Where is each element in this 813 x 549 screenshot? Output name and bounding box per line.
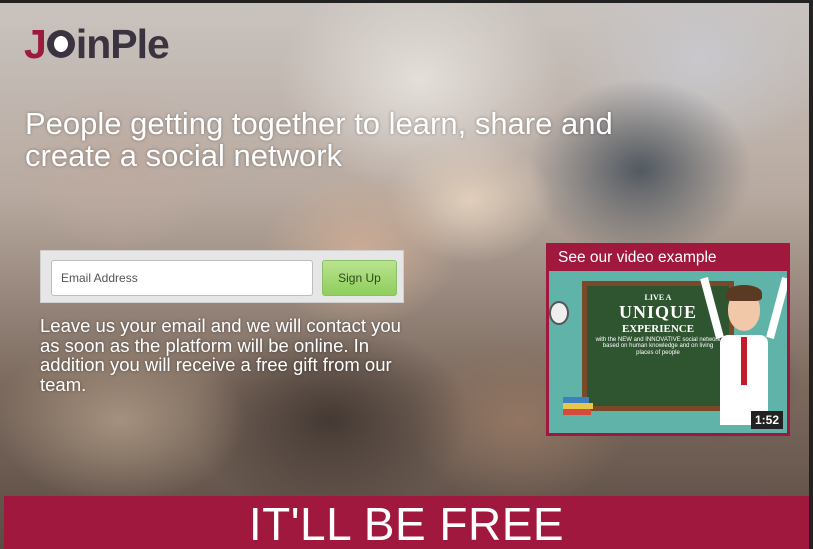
logo-letter-j: J xyxy=(24,20,47,67)
signup-info-text: Leave us your email and we will contact … xyxy=(40,315,401,395)
free-banner: IT'LL BE FREE xyxy=(4,496,809,549)
video-card: See our video example LIVE A UNIQUE EXPE… xyxy=(546,243,790,436)
video-thumbnail[interactable]: LIVE A UNIQUE EXPERIENCE with the NEW an… xyxy=(549,271,787,433)
books-icon xyxy=(563,397,593,415)
sign-up-button[interactable]: Sign Up xyxy=(322,260,397,296)
board-line-4: with the NEW and INNOVATIVE social netwo… xyxy=(595,336,721,356)
email-input[interactable] xyxy=(51,260,313,296)
landing-page: J inPle People getting together to learn… xyxy=(0,0,813,549)
clock-icon xyxy=(549,301,569,325)
cartoon-man-illustration xyxy=(700,277,787,427)
video-duration: 1:52 xyxy=(750,411,783,429)
man-right-arm xyxy=(766,277,787,339)
right-border xyxy=(809,0,813,549)
logo-face-icon xyxy=(46,30,75,58)
hero-headline: People getting together to learn, share … xyxy=(25,106,613,173)
board-line-3: EXPERIENCE xyxy=(621,322,695,335)
man-hair xyxy=(726,285,762,301)
top-border xyxy=(0,0,813,3)
signup-form: Sign Up xyxy=(40,250,404,303)
man-tie xyxy=(741,337,747,385)
logo-text: J inPle xyxy=(24,20,170,67)
logo[interactable]: J inPle xyxy=(24,20,170,67)
logo-letters: inPle xyxy=(75,20,170,67)
video-label: See our video example xyxy=(558,249,717,266)
